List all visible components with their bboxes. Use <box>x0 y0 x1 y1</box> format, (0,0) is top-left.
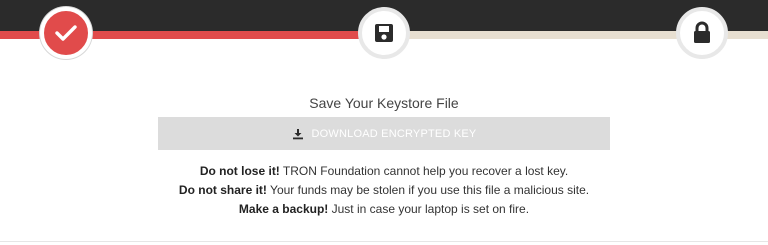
note-emphasis: Do not lose it! <box>199 164 280 178</box>
download-icon <box>292 128 304 140</box>
checkmark-icon <box>55 24 77 42</box>
note-text: Your funds may be stolen if you use this… <box>266 183 590 197</box>
note-emphasis: Do not share it! <box>178 183 267 197</box>
note-text: Just in case your laptop is set on fire. <box>328 202 530 216</box>
lock-icon <box>691 21 713 45</box>
floppy-disk-icon <box>373 22 395 44</box>
note-line: Do not share it! Your funds may be stole… <box>0 181 768 200</box>
download-button-label: DOWNLOAD ENCRYPTED KEY <box>311 127 477 140</box>
bottom-divider <box>0 241 768 242</box>
step-save-keystore <box>358 7 410 59</box>
page-title: Save Your Keystore File <box>309 95 459 111</box>
note-line: Make a backup! Just in case your laptop … <box>0 200 768 219</box>
note-emphasis: Make a backup! <box>238 202 329 216</box>
step-secured <box>676 7 728 59</box>
backup-notes: Do not lose it! TRON Foundation cannot h… <box>0 162 768 219</box>
step-created <box>40 7 92 59</box>
note-line: Do not lose it! TRON Foundation cannot h… <box>0 162 768 181</box>
download-encrypted-key-button[interactable]: DOWNLOAD ENCRYPTED KEY <box>158 117 610 150</box>
note-text: TRON Foundation cannot help you recover … <box>279 164 569 178</box>
